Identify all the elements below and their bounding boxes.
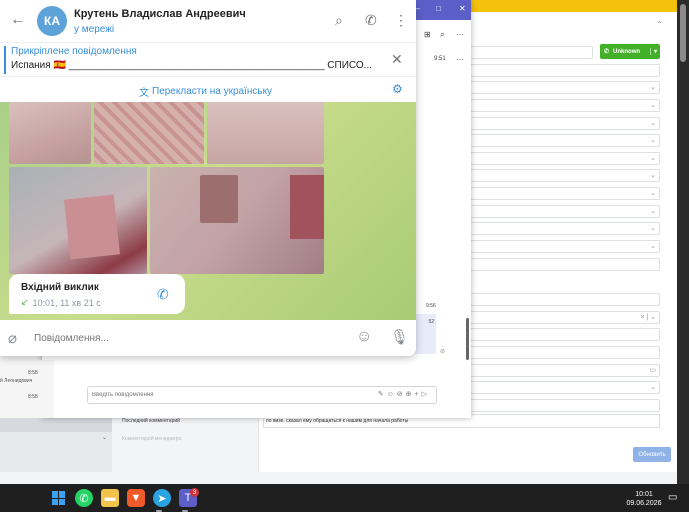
message-compose-bar: ⌀ ☺ 🎙 xyxy=(0,320,416,356)
calendar-icon: ▭ xyxy=(649,367,656,374)
message-bubble-text: 52 xyxy=(428,319,434,325)
search-icon[interactable]: ⌕ xyxy=(440,30,444,40)
more-horizontal-icon[interactable]: ··· xyxy=(456,55,464,64)
phone-icon: ✆ xyxy=(604,49,610,55)
crm-manager-comment-label: Комментарий менеджера xyxy=(122,436,182,442)
chat-area: Вхідний виклик ↙ 10:01, 11 хв 21 с ✆ xyxy=(0,102,416,320)
microphone-icon[interactable]: 🎙 xyxy=(390,328,409,346)
clock-date: 09.06.2026 xyxy=(626,500,662,507)
more-vertical-icon[interactable]: ⋮ xyxy=(394,12,408,29)
chat-list-time: 8:58 xyxy=(28,394,38,400)
file-explorer-icon[interactable]: ▬ xyxy=(101,489,119,507)
chat-time: 9:51 xyxy=(434,56,446,62)
clock-time: 10:01 xyxy=(635,491,653,498)
emoji-icon[interactable]: ☺ xyxy=(356,328,372,346)
chevron-down-icon: ⌄ xyxy=(650,225,656,232)
passport-cover-image xyxy=(290,175,324,239)
pinned-title: Прикріплене повідомлення xyxy=(11,46,137,57)
phone-icon[interactable]: ✆ xyxy=(365,12,377,29)
chevron-down-icon[interactable]: ⌄ xyxy=(102,434,107,441)
notification-icon[interactable]: ▭ xyxy=(668,492,677,503)
passport-photo-image xyxy=(200,175,238,223)
message-input[interactable] xyxy=(34,330,344,346)
photo-attachment[interactable] xyxy=(150,167,324,274)
photo-attachment[interactable] xyxy=(9,167,147,274)
update-button[interactable]: Обновить xyxy=(633,447,671,462)
chevron-down-icon: ⌄ xyxy=(650,120,656,127)
chevron-down-icon: ⌄ xyxy=(650,84,656,91)
chevron-down-icon: ⌄ xyxy=(650,137,656,144)
page-scrollbar[interactable] xyxy=(677,0,689,484)
avatar[interactable]: КА xyxy=(37,6,67,36)
compose-tools-icons[interactable]: ✎☺⊘⊕+▷ xyxy=(378,390,430,398)
close-icon[interactable]: ✕ xyxy=(459,4,466,13)
translate-settings-icon[interactable]: ⚙ xyxy=(392,82,403,96)
more-horizontal-icon[interactable]: ··· xyxy=(456,30,464,39)
call-time-duration: 10:01, 11 хв 21 с xyxy=(32,297,101,308)
taskbar: ✆ ▬ ▼ ➤ T xyxy=(0,484,689,512)
chevron-down-icon: ⌄ xyxy=(650,172,656,179)
grid-icon[interactable]: ⊞ xyxy=(424,30,431,39)
collapse-icon[interactable]: ⌃ xyxy=(656,20,663,29)
chevron-down-icon[interactable]: ▾ xyxy=(650,48,660,55)
paperclip-icon[interactable]: ⌀ xyxy=(8,329,17,347)
crm-status-button[interactable]: ✆ Unknown ▾ xyxy=(600,44,660,59)
chevron-down-icon: ⌄ xyxy=(650,384,656,391)
chat-header: ← КА Крутень Владислав Андреевич у мереж… xyxy=(0,0,416,42)
photo-attachment[interactable] xyxy=(207,102,324,164)
windows-start-icon[interactable] xyxy=(50,489,68,507)
chevron-down-icon: ⌄ xyxy=(650,243,656,250)
call-message[interactable]: Вхідний виклик ↙ 10:01, 11 хв 21 с ✆ xyxy=(9,274,185,314)
telegram-icon[interactable]: ➤ xyxy=(153,489,171,507)
seen-check-icon: ⊘ xyxy=(440,349,446,355)
photo-attachment[interactable] xyxy=(9,102,91,164)
chevron-down-icon: ⌄ xyxy=(650,102,656,109)
telegram-window: ← КА Крутень Владислав Андреевич у мереж… xyxy=(0,0,416,356)
chevron-down-icon: ⌄ xyxy=(650,155,656,162)
whatsapp-icon[interactable]: ✆ xyxy=(75,489,93,507)
contact-name[interactable]: Крутень Владислав Андреевич xyxy=(74,8,246,20)
pinned-message[interactable]: Прикріплене повідомлення Испания 🇪🇸 ____… xyxy=(0,42,416,76)
incoming-call-arrow-icon: ↙ xyxy=(21,297,29,307)
crm-status-label: Unknown xyxy=(613,48,641,55)
translate-icon: 文 xyxy=(139,88,149,99)
passport-image xyxy=(64,194,120,260)
teams-chat-list: 8:58 й Леонидович 8:58 xyxy=(0,360,54,418)
search-icon[interactable]: ⌕ xyxy=(335,12,343,29)
chat-list-name[interactable]: й Леонидович xyxy=(0,378,32,384)
maximize-icon[interactable]: □ xyxy=(436,4,441,13)
teams-message-input[interactable] xyxy=(92,389,332,401)
chevron-down-icon: × | ⌄ xyxy=(640,314,656,321)
message-time: 9:56 xyxy=(426,303,436,309)
teams-notification-badge: 3 xyxy=(190,488,199,497)
scrollbar-thumb[interactable] xyxy=(680,4,686,62)
phone-icon[interactable]: ✆ xyxy=(157,286,169,303)
chat-list-time: 8:58 xyxy=(28,370,38,376)
pinned-indicator xyxy=(4,46,6,74)
pinned-text: Испания 🇪🇸 _____________________________… xyxy=(11,60,373,71)
chevron-down-icon: ⌄ xyxy=(650,190,656,197)
translate-label: Перекласти на українську xyxy=(152,86,273,97)
translate-bar: 文 Перекласти на українську ⚙ xyxy=(0,76,416,102)
translate-button[interactable]: 文 Перекласти на українську xyxy=(139,84,272,99)
call-title: Вхідний виклик xyxy=(21,282,99,293)
photo-attachment[interactable] xyxy=(94,102,204,164)
teams-compose-box[interactable]: ✎☺⊘⊕+▷ xyxy=(87,386,437,404)
brave-browser-icon[interactable]: ▼ xyxy=(127,489,145,507)
taskbar-clock[interactable]: 10:01 09.06.2026 xyxy=(626,490,662,508)
contact-status: у мережі xyxy=(74,24,115,35)
crm-comment-label: Последний комментарий xyxy=(122,418,180,424)
close-icon[interactable]: ✕ xyxy=(391,51,403,68)
call-meta: ↙ 10:01, 11 хв 21 с xyxy=(21,297,101,308)
chat-scrollbar[interactable] xyxy=(466,318,469,360)
chevron-down-icon: ⌄ xyxy=(650,208,656,215)
arrow-left-icon[interactable]: ← xyxy=(10,10,26,30)
message-bubble: 52 xyxy=(414,314,436,354)
